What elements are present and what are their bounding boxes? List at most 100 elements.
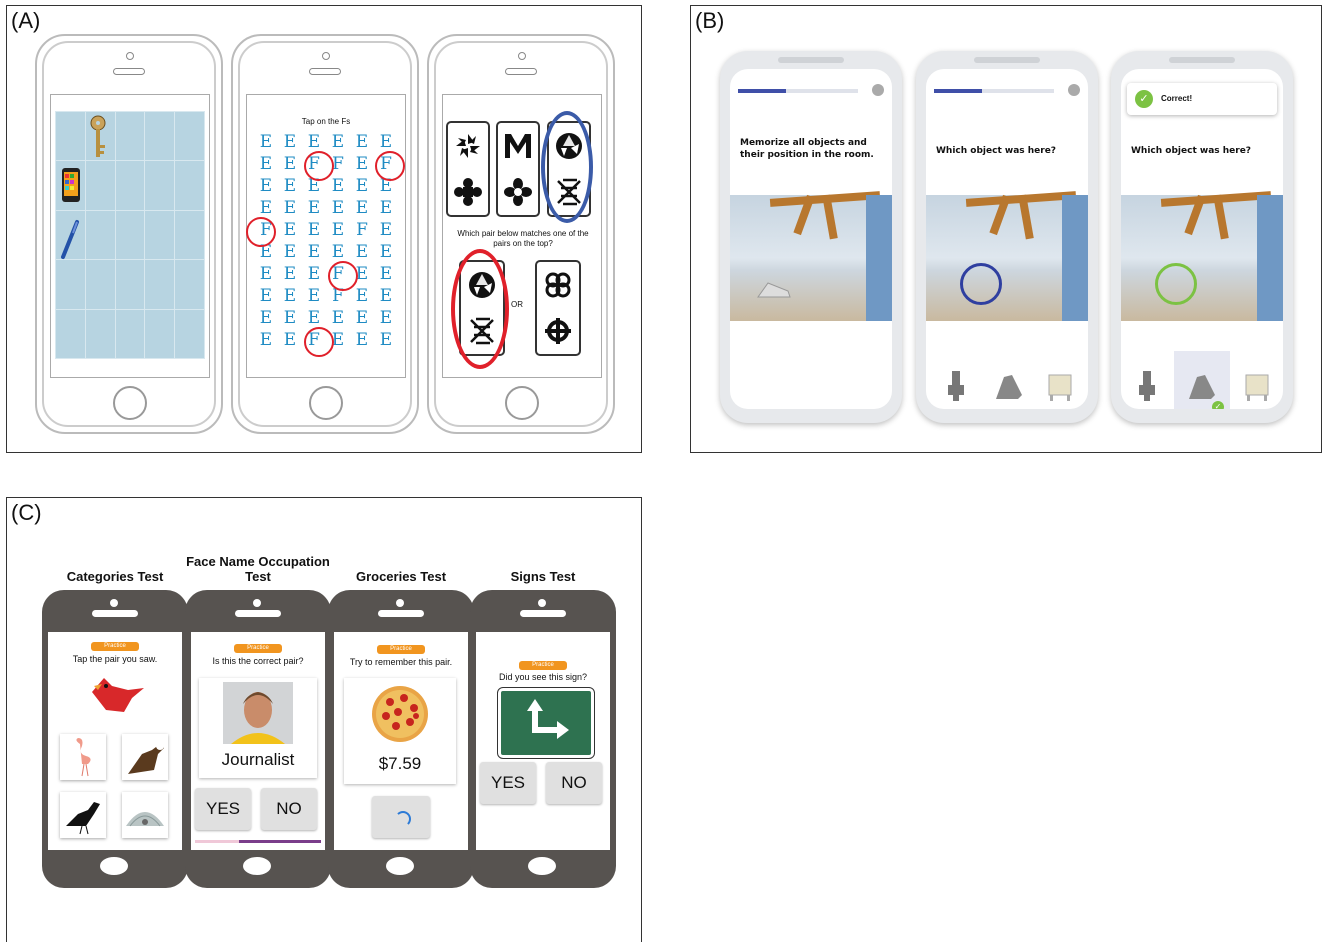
letter-cell[interactable]: E	[351, 197, 373, 219]
home-button	[113, 386, 147, 420]
letter-cell[interactable]: E	[327, 307, 349, 329]
no-button[interactable]: NO	[261, 788, 317, 830]
letter-cell[interactable]: E	[279, 197, 301, 219]
letter-cell[interactable]: E	[375, 241, 397, 263]
letter-cell[interactable]: E	[351, 329, 373, 351]
letter-cell[interactable]: E	[327, 197, 349, 219]
letter-cell[interactable]: E	[279, 241, 301, 263]
pause-icon[interactable]	[872, 84, 884, 96]
letter-cell[interactable]: E	[375, 175, 397, 197]
letter-cell[interactable]: E	[303, 263, 325, 285]
home-button	[386, 857, 414, 875]
letter-cell[interactable]: E	[375, 219, 397, 241]
letter-cell[interactable]: E	[279, 329, 301, 351]
letter-cell[interactable]: E	[327, 175, 349, 197]
letter-cell[interactable]: E	[255, 285, 277, 307]
letter-cell[interactable]: E	[327, 219, 349, 241]
symbol-pair-card[interactable]	[496, 121, 540, 217]
letter-cell[interactable]: E	[255, 131, 277, 153]
letter-cell[interactable]: E	[327, 241, 349, 263]
letter-cell[interactable]: E	[255, 307, 277, 329]
letter-cell[interactable]: E	[303, 219, 325, 241]
letter-cell[interactable]: E	[303, 285, 325, 307]
letter-cell[interactable]: E	[279, 153, 301, 175]
peacock-icon	[126, 812, 164, 827]
answer-tile[interactable]	[60, 792, 106, 838]
yes-button[interactable]: YES	[480, 762, 536, 804]
letter-cell[interactable]: E	[279, 307, 301, 329]
letter-cell[interactable]: E	[279, 285, 301, 307]
letter-cell[interactable]: E	[375, 263, 397, 285]
letter-cell[interactable]: E	[303, 307, 325, 329]
letter-cell[interactable]: E	[375, 285, 397, 307]
recall-question: Which object was here?	[936, 146, 1057, 156]
plant-object-icon[interactable]	[1133, 369, 1161, 403]
letter-cell[interactable]: E	[255, 175, 277, 197]
pause-icon[interactable]	[1068, 84, 1080, 96]
letter-cell[interactable]: E	[279, 263, 301, 285]
letter-cell[interactable]: F	[255, 219, 277, 241]
letter-cell[interactable]: F	[327, 285, 349, 307]
answer-pair-card[interactable]	[459, 260, 505, 356]
selection-circle	[246, 217, 276, 247]
letter-cell[interactable]: E	[351, 131, 373, 153]
plant-object-icon[interactable]	[942, 369, 970, 403]
answer-tile[interactable]	[122, 734, 168, 780]
answer-tile[interactable]	[122, 792, 168, 838]
letter-cell[interactable]: E	[351, 263, 373, 285]
phone-b2-screen: Which object was here?	[926, 69, 1088, 409]
letter-cell[interactable]: E	[351, 285, 373, 307]
letter-cell[interactable]: E	[255, 263, 277, 285]
loading-button[interactable]	[372, 796, 430, 838]
target-location-circle[interactable]	[960, 263, 1002, 305]
letter-cell[interactable]: F	[351, 219, 373, 241]
symbol-pair-card[interactable]	[547, 121, 591, 217]
letter-cell[interactable]: E	[255, 329, 277, 351]
phone-c2-screen: Practice Is this the correct pair? Journ…	[191, 632, 325, 850]
letter-cell[interactable]: E	[279, 175, 301, 197]
letter-cell[interactable]: E	[303, 197, 325, 219]
letter-cell[interactable]: F	[327, 153, 349, 175]
phone-a2-screen: Tap on the Fs EEEEEE EEFFEF EEEEEE EEEEE…	[246, 94, 406, 378]
speaker-icon	[1169, 57, 1235, 63]
letter-cell[interactable]: E	[279, 219, 301, 241]
answer-tile[interactable]	[60, 734, 106, 780]
no-button[interactable]: NO	[546, 762, 602, 804]
letter-cell[interactable]: F	[327, 263, 349, 285]
phone-b3: ✓ Correct! Which object was here? ✓	[1111, 51, 1293, 423]
letter-cell[interactable]: E	[303, 175, 325, 197]
letter-cell[interactable]: E	[351, 241, 373, 263]
side-table-icon[interactable]	[1046, 369, 1074, 403]
lounge-chair-icon[interactable]	[992, 369, 1026, 403]
answer-pair-card[interactable]	[535, 260, 581, 356]
letter-cell[interactable]: E	[255, 241, 277, 263]
letter-cell[interactable]: F	[303, 153, 325, 175]
letter-cell[interactable]: F	[303, 329, 325, 351]
panel-a: (A) Tap on the Fs E E E E E E E E F F E …	[6, 5, 642, 453]
letter-cell[interactable]: E	[375, 307, 397, 329]
letter-row: EEEEEE	[255, 241, 397, 263]
selected-object-tile[interactable]: ✓	[1174, 351, 1230, 409]
letter-cell[interactable]: E	[255, 197, 277, 219]
letter-cell[interactable]: E	[327, 131, 349, 153]
letter-cell[interactable]: E	[375, 329, 397, 351]
letter-cell[interactable]: E	[279, 131, 301, 153]
phone-c4-screen: Practice Did you see this sign? YES NO	[476, 632, 610, 850]
letter-cell[interactable]: E	[327, 329, 349, 351]
symbol-pair-card[interactable]	[446, 121, 490, 217]
letter-cell[interactable]: E	[351, 153, 373, 175]
letter-cell[interactable]: E	[255, 153, 277, 175]
letter-cell[interactable]: E	[303, 241, 325, 263]
letter-cell[interactable]: E	[351, 307, 373, 329]
speaker-icon	[505, 68, 537, 75]
letter-cell[interactable]: E	[375, 197, 397, 219]
yes-button[interactable]: YES	[195, 788, 251, 830]
camera-icon	[322, 52, 330, 60]
letter-cell[interactable]: F	[375, 153, 397, 175]
letter-cell[interactable]: E	[375, 131, 397, 153]
letter-cell[interactable]: E	[303, 131, 325, 153]
side-table-icon[interactable]	[1243, 369, 1271, 403]
flamingo-icon	[76, 738, 91, 777]
object-location-grid[interactable]	[55, 110, 205, 360]
letter-cell[interactable]: E	[351, 175, 373, 197]
